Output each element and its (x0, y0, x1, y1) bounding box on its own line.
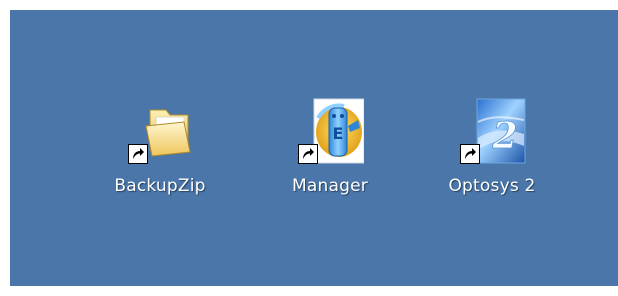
desktop-shortcut-backupzip[interactable]: BackupZip (94, 98, 226, 214)
folder-icon (128, 98, 194, 164)
optosys-app-icon: 2 (460, 98, 526, 164)
shortcut-arrow-icon (298, 144, 318, 164)
svg-text:2: 2 (491, 115, 517, 157)
screen: BackupZip E Manager 2 Optosys 2 (0, 0, 618, 296)
desktop-icon-label: Manager (292, 176, 368, 196)
shortcut-arrow-icon (460, 144, 480, 164)
shortcut-arrow-icon (128, 144, 148, 164)
desktop-shortcut-optosys-2[interactable]: 2 Optosys 2 (426, 98, 558, 214)
svg-text:E: E (333, 124, 344, 143)
desktop[interactable]: BackupZip E Manager 2 Optosys 2 (10, 10, 618, 286)
desktop-icon-label: Optosys 2 (448, 176, 536, 196)
desktop-shortcut-manager[interactable]: E Manager (264, 98, 396, 214)
manager-app-icon: E (298, 98, 365, 164)
desktop-icon-label: BackupZip (114, 176, 206, 196)
